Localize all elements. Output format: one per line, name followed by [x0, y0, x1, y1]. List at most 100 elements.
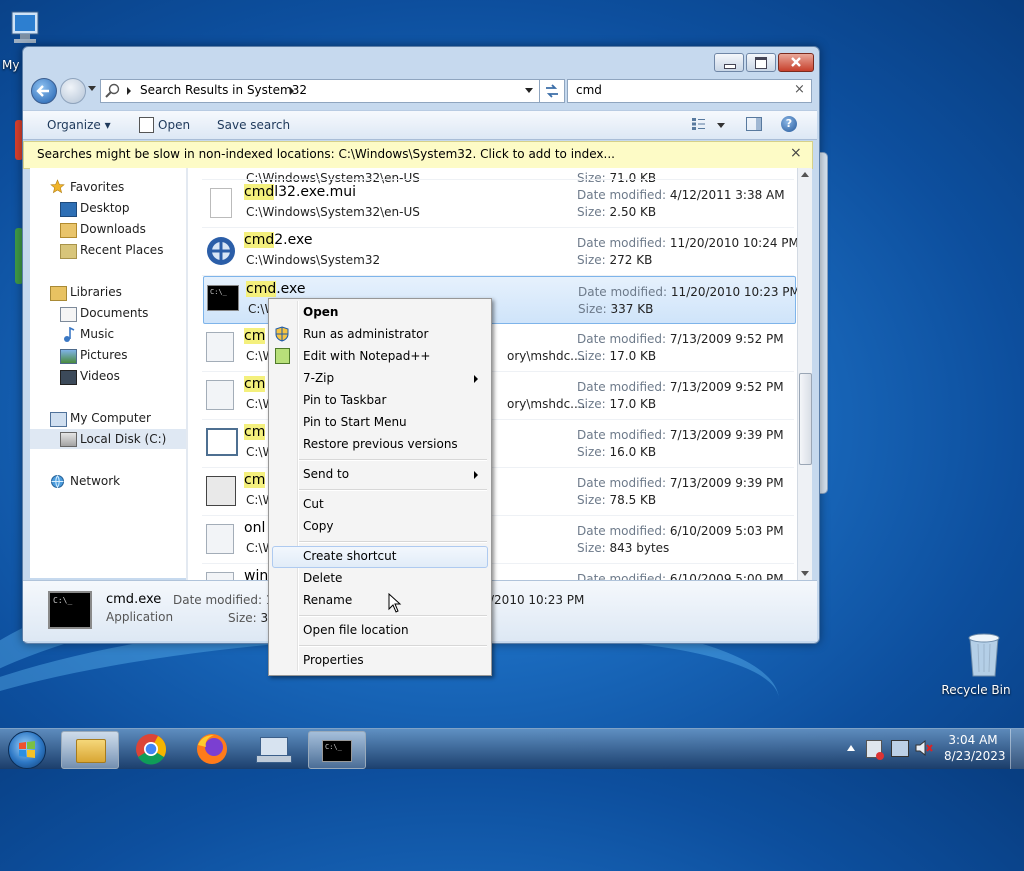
close-icon[interactable]: × — [790, 145, 802, 161]
network-status-icon[interactable] — [891, 740, 909, 757]
nav-recent-places[interactable]: Recent Places — [80, 243, 163, 257]
menu-item-send-to[interactable]: Send to — [303, 467, 349, 481]
list-item[interactable]: cmd2.exe C:\Windows\System32 Date modifi… — [202, 228, 797, 274]
refresh-button[interactable] — [539, 79, 565, 103]
file-date: Date modified: 11/20/2010 10:23 PM — [578, 285, 797, 299]
back-button[interactable] — [31, 78, 57, 104]
menu-item-cut[interactable]: Cut — [303, 497, 324, 511]
minimize-button[interactable] — [714, 53, 744, 72]
menu-separator — [299, 489, 487, 491]
scroll-thumb[interactable] — [799, 373, 812, 465]
nav-downloads[interactable]: Downloads — [80, 222, 146, 236]
menu-item-open[interactable]: Open — [303, 305, 338, 319]
taskbar-cmd-button[interactable]: C:\_ — [308, 731, 366, 769]
list-item[interactable]: cmdl32.exe.mui C:\Windows\System32\en-US… — [202, 180, 794, 226]
menu-item-copy[interactable]: Copy — [303, 519, 333, 533]
file-size: Size: 78.5 KB — [577, 493, 657, 507]
save-search-button[interactable]: Save search — [217, 118, 290, 132]
file-path-tail: ory\mshdc.... — [507, 349, 586, 363]
show-desktop-button[interactable] — [1010, 729, 1024, 769]
file-date: Date modified: 7/13/2009 9:39 PM — [577, 476, 784, 490]
uac-shield-icon — [275, 326, 289, 342]
show-hidden-icons-icon[interactable] — [847, 745, 855, 751]
cmd-console-icon: C:\_ — [207, 285, 239, 311]
clear-search-icon[interactable]: × — [794, 82, 805, 97]
nav-pictures[interactable]: Pictures — [80, 348, 128, 362]
libraries-icon — [50, 286, 67, 301]
view-dropdown-icon[interactable] — [717, 123, 725, 128]
clock-date: 8/23/2023 — [944, 749, 1006, 763]
menu-item-pin-to-taskbar[interactable]: Pin to Taskbar — [303, 393, 386, 407]
breadcrumb[interactable]: Search Results in System32 — [140, 83, 307, 97]
index-warning-bar[interactable]: Searches might be slow in non-indexed lo… — [23, 141, 813, 169]
search-box[interactable]: cmd × — [567, 79, 812, 103]
refresh-icon — [546, 84, 558, 98]
help-icon[interactable]: ? — [781, 116, 797, 132]
open-button[interactable]: Open — [158, 118, 190, 132]
breadcrumb-separator-icon[interactable] — [127, 87, 131, 95]
preview-pane-icon[interactable] — [746, 117, 762, 131]
address-dropdown-icon[interactable] — [525, 88, 533, 93]
open-app-icon[interactable] — [139, 117, 154, 133]
nav-videos[interactable]: Videos — [80, 369, 120, 383]
recent-pages-chevron-icon[interactable] — [88, 86, 96, 91]
menu-item-delete[interactable]: Delete — [303, 571, 342, 585]
organize-button[interactable]: Organize ▾ — [47, 118, 111, 132]
menu-item-7zip[interactable]: 7-Zip — [303, 371, 334, 385]
taskbar-explorer-button[interactable] — [61, 731, 119, 769]
file-name: cmd.exe — [246, 281, 306, 297]
scroll-up-icon[interactable] — [801, 172, 809, 177]
gear-file-icon — [206, 332, 234, 362]
nav-libraries[interactable]: Libraries — [70, 285, 122, 299]
folder-icon — [76, 739, 106, 763]
maximize-button[interactable] — [746, 53, 776, 72]
start-button[interactable] — [8, 731, 46, 769]
file-name: cm — [244, 472, 266, 488]
windows-logo-icon — [19, 741, 35, 758]
minimize-icon — [724, 64, 736, 69]
vertical-scrollbar[interactable] — [797, 168, 812, 580]
action-center-flag-icon[interactable] — [866, 740, 884, 760]
taskbar-firefox-button[interactable] — [184, 731, 240, 767]
nav-local-disk[interactable]: Local Disk (C:) — [80, 432, 166, 446]
music-icon — [63, 326, 75, 342]
file-date: Date modified: 6/10/2009 5:00 PM — [577, 572, 784, 580]
menu-item-pin-to-start-menu[interactable]: Pin to Start Menu — [303, 415, 407, 429]
view-list-icon[interactable] — [691, 117, 705, 131]
address-bar[interactable]: Search Results in System32 — [100, 79, 540, 103]
nav-music[interactable]: Music — [80, 327, 114, 341]
pictures-icon — [60, 349, 77, 364]
nav-documents[interactable]: Documents — [80, 306, 148, 320]
nav-network[interactable]: Network — [70, 474, 120, 488]
maximize-icon — [755, 57, 767, 69]
menu-item-edit-with-notepad[interactable]: Edit with Notepad++ — [303, 349, 430, 363]
details-file-name: cmd.exe — [106, 592, 162, 607]
taskbar-chrome-button[interactable] — [123, 731, 179, 767]
file-date: Date modified: 7/13/2009 9:52 PM — [577, 380, 784, 394]
menu-item-restore-previous-versions[interactable]: Restore previous versions — [303, 437, 458, 451]
chrome-icon — [136, 734, 167, 765]
menu-item-rename[interactable]: Rename — [303, 593, 352, 607]
search-input[interactable]: cmd — [576, 83, 602, 97]
breadcrumb-chevron-icon[interactable] — [290, 87, 294, 95]
close-button[interactable] — [778, 53, 814, 72]
file-size: Size: 272 KB — [577, 253, 653, 267]
volume-muted-icon[interactable] — [914, 739, 934, 757]
scroll-down-icon[interactable] — [801, 571, 809, 576]
cmd-console-icon: C:\_ — [48, 591, 92, 629]
file-name: cmd2.exe — [244, 232, 313, 248]
file-size: Size: 17.0 KB — [577, 349, 657, 363]
nav-my-computer[interactable]: My Computer — [70, 411, 151, 425]
forward-button[interactable] — [60, 78, 86, 104]
menu-item-run-as-administrator[interactable]: Run as administrator — [303, 327, 428, 341]
desktop-icon-recycle-bin[interactable]: Recycle Bin — [940, 630, 1012, 697]
menu-item-open-file-location[interactable]: Open file location — [303, 623, 409, 637]
nav-desktop[interactable]: Desktop — [80, 201, 130, 215]
nav-favorites[interactable]: Favorites — [70, 180, 124, 194]
menu-separator — [299, 615, 487, 617]
menu-item-properties[interactable]: Properties — [303, 653, 364, 667]
details-file-type: Application — [106, 610, 174, 624]
taskbar-network-app-button[interactable] — [246, 731, 302, 767]
menu-item-create-shortcut[interactable]: Create shortcut — [303, 549, 396, 563]
clock[interactable]: 3:04 AM 8/23/2023 — [944, 733, 1006, 763]
